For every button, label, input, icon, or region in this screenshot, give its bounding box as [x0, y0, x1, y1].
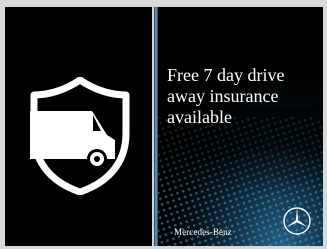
- left-panel: [5, 7, 152, 246]
- headline-line-2: away insurance: [167, 86, 279, 106]
- headline-line-1: Free 7 day drive: [167, 65, 285, 85]
- headline-line-3: available: [167, 107, 232, 127]
- brand-wordmark: Mercedes-Benz: [174, 227, 232, 237]
- ad-banner[interactable]: Free 7 day drive away insurance availabl…: [5, 5, 323, 246]
- mercedes-star-icon: [283, 207, 311, 235]
- shield-van-icon: [30, 77, 130, 195]
- headline: Free 7 day drive away insurance availabl…: [167, 65, 317, 128]
- right-panel: Free 7 day drive away insurance availabl…: [158, 7, 323, 246]
